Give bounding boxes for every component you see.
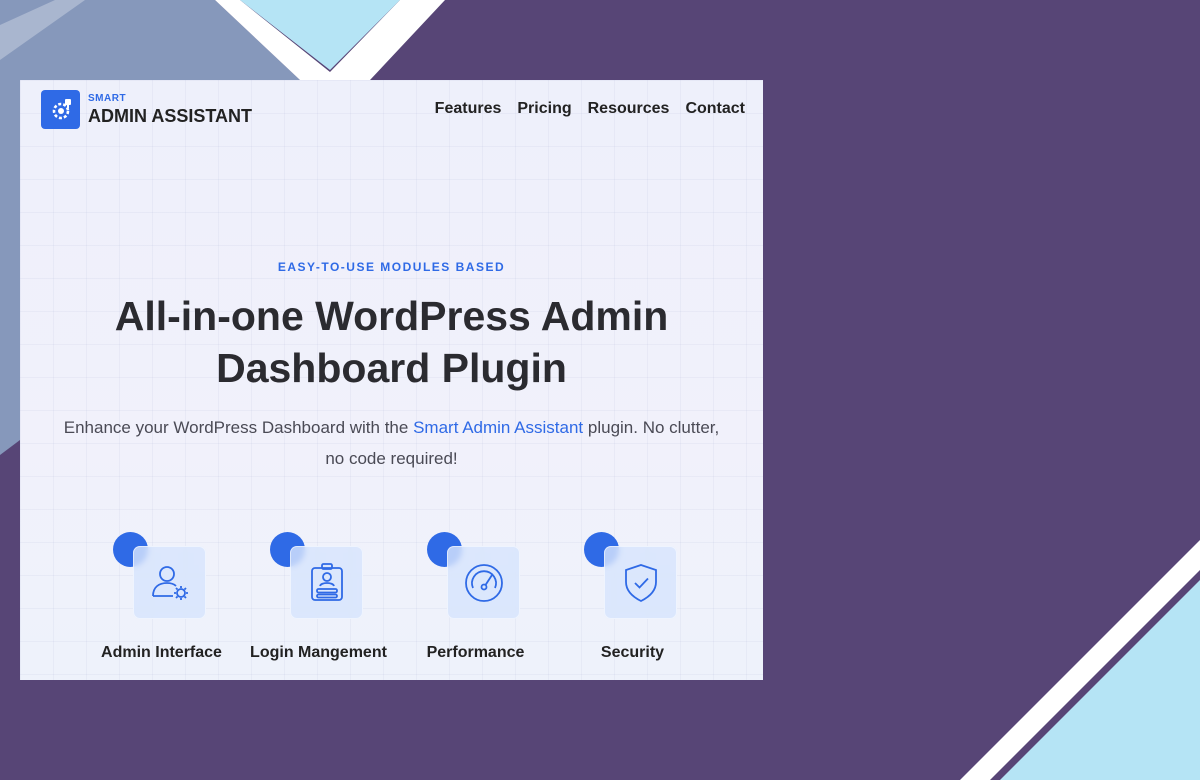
subtitle-text-start: Enhance your WordPress Dashboard with th… xyxy=(63,418,414,437)
nav-contact[interactable]: Contact xyxy=(685,100,745,118)
feature-label: Security xyxy=(600,644,665,661)
brand-small-text: SMART xyxy=(88,93,127,104)
speedometer-icon xyxy=(447,546,520,619)
feature-security[interactable]: Security xyxy=(554,532,711,672)
gear-puzzle-icon xyxy=(41,90,80,129)
hero-eyebrow: EASY-TO-USE MODULES BASED xyxy=(277,260,506,274)
website-screenshot: SMART ADMIN ASSISTANT Features Pricing R… xyxy=(20,80,763,680)
feature-login-management[interactable]: Login Mangement xyxy=(240,532,397,672)
feature-list: Admin Interface Login Mangement Performa… xyxy=(83,532,711,672)
bg-lightblue-corner xyxy=(1000,580,1200,780)
feature-label: Login Mangement xyxy=(250,644,387,661)
subtitle-line2: no code required! xyxy=(325,449,458,468)
subtitle-text-end: plugin. No clutter, xyxy=(583,418,720,437)
hero-title-line1: All-in-one WordPress Admin xyxy=(114,293,669,339)
nav-features[interactable]: Features xyxy=(435,100,502,118)
feature-performance[interactable]: Performance xyxy=(397,532,554,672)
nav-pricing[interactable]: Pricing xyxy=(517,100,571,118)
user-gear-icon xyxy=(133,546,206,619)
feature-admin-interface[interactable]: Admin Interface xyxy=(83,532,240,672)
feature-label: Admin Interface xyxy=(101,644,222,661)
main-nav: Features Pricing Resources Contact xyxy=(419,100,745,118)
nav-resources[interactable]: Resources xyxy=(588,100,670,118)
hero-title: All-in-one WordPress Admin Dashboard Plu… xyxy=(20,290,763,394)
hero-title-line2: Dashboard Plugin xyxy=(216,345,567,391)
id-badge-icon xyxy=(290,546,363,619)
brand-logo[interactable]: SMART ADMIN ASSISTANT xyxy=(41,90,252,129)
hero-subtitle: Enhance your WordPress Dashboard with th… xyxy=(20,412,763,474)
plugin-name-link[interactable]: Smart Admin Assistant xyxy=(413,418,583,437)
feature-label: Performance xyxy=(426,644,525,661)
shield-check-icon xyxy=(604,546,677,619)
brand-name: ADMIN ASSISTANT xyxy=(88,106,252,126)
